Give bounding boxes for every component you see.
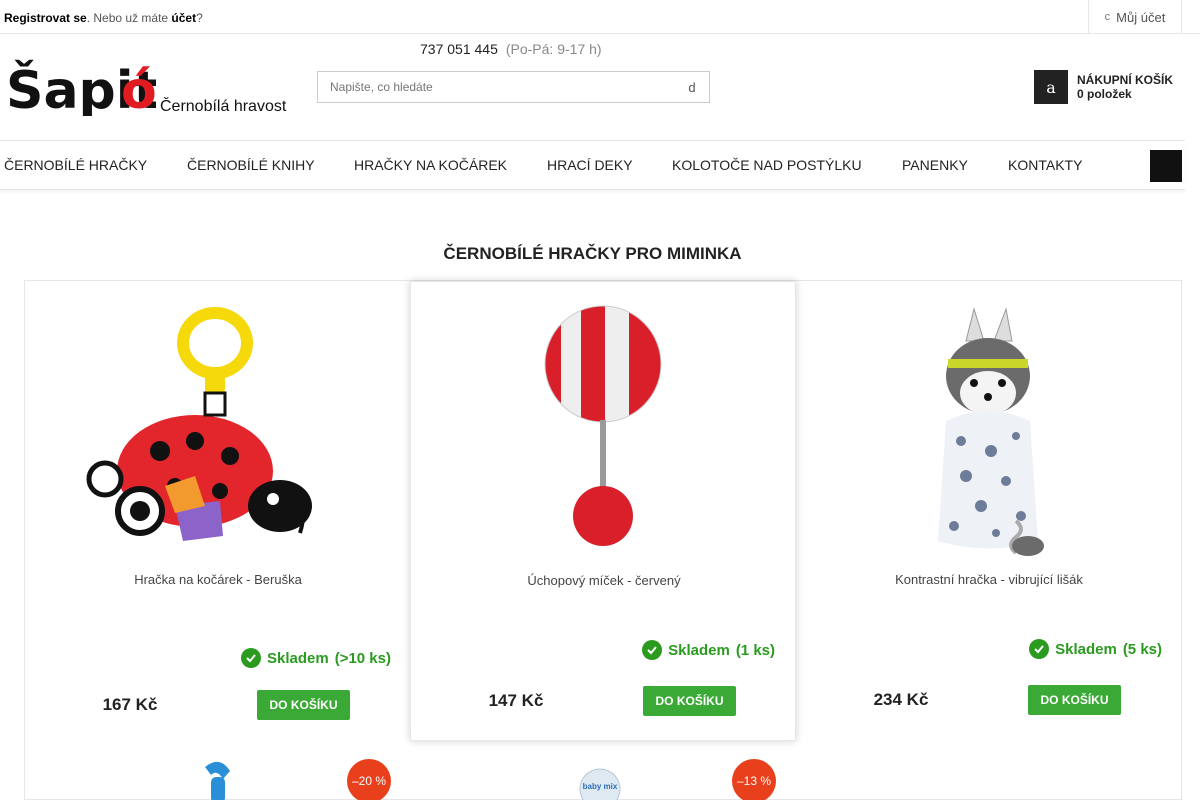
top-bar: Registrovat se. Nebo už máte účet? c Můj…	[0, 0, 1200, 34]
product-card[interactable]: Hračka na kočárek - Beruška Skladem (>10…	[25, 281, 411, 741]
cart-summary: NÁKUPNÍ KOŠÍK 0 položek	[1077, 73, 1173, 101]
my-account-button[interactable]: c Můj účet	[1088, 0, 1182, 34]
search-box: d	[317, 71, 710, 103]
cart-count: 0 položek	[1077, 87, 1132, 101]
stock-count: (1 ks)	[735, 641, 775, 659]
user-icon: c	[1104, 11, 1111, 23]
product-price: 147 Kč	[488, 691, 544, 710]
product-name[interactable]: Hračka na kočárek - Beruška	[25, 572, 411, 587]
stock-label: Skladem	[267, 649, 329, 667]
stock-count: (5 ks)	[1122, 640, 1162, 658]
add-to-cart-button[interactable]: DO KOŠÍKU	[643, 686, 736, 716]
phone-contact: 737 051 445 (Po-Pá: 9-17 h)	[416, 41, 602, 57]
site-logo[interactable]: Šapit ó Černobílá hravost	[6, 54, 296, 120]
search-input[interactable]	[318, 72, 658, 102]
menu-toggle-icon[interactable]	[1150, 150, 1182, 182]
product-image[interactable]: baby mix	[560, 759, 640, 800]
opening-hours: (Po-Pá: 9-17 h)	[505, 41, 602, 57]
check-icon	[642, 640, 663, 660]
discount-badge: –20 %	[347, 759, 391, 800]
product-image[interactable]	[431, 302, 777, 560]
register-link[interactable]: Registrovat se	[4, 11, 87, 25]
stock-count: (>10 ks)	[334, 649, 391, 667]
nav-item-cernobile-hracky[interactable]: ČERNOBÍLÉ HRAČKY	[4, 141, 147, 189]
discount-badge: –13 %	[732, 759, 776, 800]
nav-item-hraci-deky[interactable]: HRACÍ DEKY	[547, 141, 633, 189]
product-price: 234 Kč	[873, 690, 929, 709]
product-image[interactable]	[816, 301, 1162, 559]
product-name[interactable]: Kontrastní hračka - vibrující lišák	[796, 572, 1182, 587]
nav-item-hracky-na-kocarek[interactable]: HRAČKY NA KOČÁREK	[354, 141, 507, 189]
phone-number[interactable]: 737 051 445	[420, 41, 498, 57]
login-link[interactable]: účet	[171, 11, 196, 25]
nav-item-kontakty[interactable]: KONTAKTY	[1008, 141, 1082, 189]
product-card[interactable]: Kontrastní hračka - vibrující lišák Skla…	[796, 281, 1182, 741]
cart-icon: a	[1034, 70, 1068, 104]
product-card-partial[interactable]: baby mix –13 %	[410, 741, 796, 800]
nav-item-panenky[interactable]: PANENKY	[902, 141, 968, 189]
register-end: ?	[196, 11, 203, 25]
product-image[interactable]	[175, 759, 255, 800]
stock-status: Skladem (>10 ks)	[241, 648, 391, 668]
product-card-partial[interactable]: –20 %	[25, 741, 411, 800]
register-prompt: Registrovat se. Nebo už máte účet?	[4, 11, 203, 25]
stock-status: Skladem (1 ks)	[642, 640, 775, 660]
check-icon	[1029, 639, 1050, 659]
product-price: 167 Kč	[102, 695, 158, 714]
product-image[interactable]	[45, 301, 391, 559]
section-title: ČERNOBÍLÉ HRAČKY PRO MIMINKA	[443, 244, 742, 263]
add-to-cart-button[interactable]: DO KOŠÍKU	[257, 690, 350, 720]
shopping-cart[interactable]: a NÁKUPNÍ KOŠÍK 0 položek	[1034, 70, 1173, 104]
add-to-cart-button[interactable]: DO KOŠÍKU	[1028, 685, 1121, 715]
register-text: . Nebo už máte	[86, 11, 172, 25]
svg-text:ó: ó	[121, 61, 156, 116]
stock-status: Skladem (5 ks)	[1029, 639, 1162, 659]
nav-item-kolotoce[interactable]: KOLOTOČE NAD POSTÝLKU	[672, 141, 862, 189]
cart-title: NÁKUPNÍ KOŠÍK	[1077, 73, 1174, 87]
search-icon[interactable]: d	[675, 72, 709, 102]
logo-wordmark: Šapit ó	[6, 59, 156, 116]
my-account-label: Můj účet	[1116, 9, 1166, 25]
baby-mix-logo-text: baby mix	[583, 782, 618, 791]
product-name[interactable]: Úchopový míček - červený	[411, 573, 797, 588]
main-nav: ČERNOBÍLÉ HRAČKY ČERNOBÍLÉ KNIHY HRAČKY …	[0, 140, 1185, 190]
stock-label: Skladem	[668, 641, 730, 659]
logo-tagline: Černobílá hravost	[160, 98, 287, 115]
product-grid: Hračka na kočárek - Beruška Skladem (>10…	[24, 280, 1182, 800]
product-card[interactable]: Úchopový míček - červený Skladem (1 ks) …	[410, 281, 796, 741]
check-icon	[241, 648, 261, 668]
stock-label: Skladem	[1055, 640, 1117, 658]
nav-item-cernobile-knihy[interactable]: ČERNOBÍLÉ KNIHY	[187, 141, 315, 189]
